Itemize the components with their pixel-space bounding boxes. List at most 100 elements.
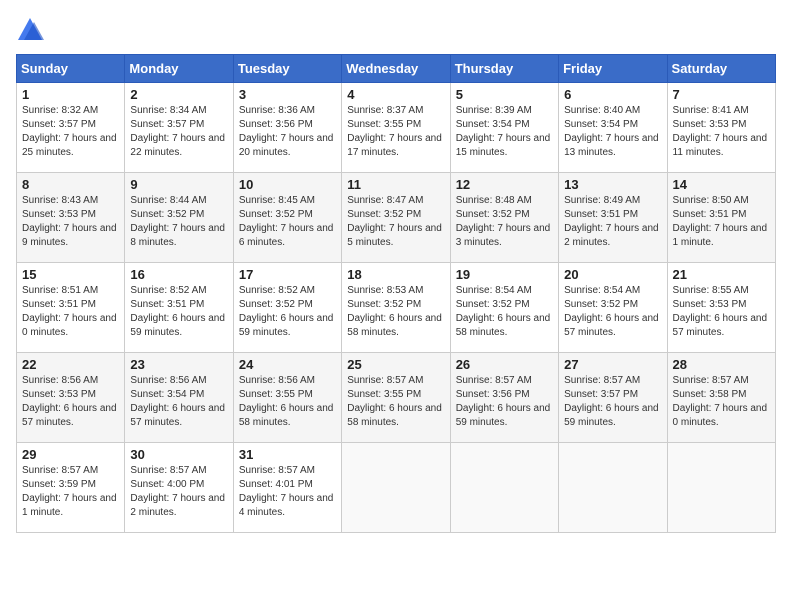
day-number: 4 — [347, 87, 444, 102]
day-info: Sunrise: 8:44 AM Sunset: 3:52 PM Dayligh… — [130, 194, 227, 250]
day-number: 2 — [130, 87, 227, 102]
day-info: Sunrise: 8:49 AM Sunset: 3:51 PM Dayligh… — [564, 194, 661, 250]
day-number: 27 — [564, 357, 661, 372]
day-number: 30 — [130, 447, 227, 462]
day-number: 19 — [456, 267, 553, 282]
table-row: 29 Sunrise: 8:57 AM Sunset: 3:59 PM Dayl… — [17, 443, 125, 533]
day-number: 7 — [673, 87, 770, 102]
day-number: 11 — [347, 177, 444, 192]
day-number: 16 — [130, 267, 227, 282]
weekday-monday: Monday — [125, 55, 233, 83]
day-info: Sunrise: 8:36 AM Sunset: 3:56 PM Dayligh… — [239, 104, 336, 160]
logo — [16, 16, 48, 44]
day-number: 29 — [22, 447, 119, 462]
day-info: Sunrise: 8:56 AM Sunset: 3:55 PM Dayligh… — [239, 374, 336, 430]
table-row: 22 Sunrise: 8:56 AM Sunset: 3:53 PM Dayl… — [17, 353, 125, 443]
day-info: Sunrise: 8:41 AM Sunset: 3:53 PM Dayligh… — [673, 104, 770, 160]
day-info: Sunrise: 8:50 AM Sunset: 3:51 PM Dayligh… — [673, 194, 770, 250]
table-row: 17 Sunrise: 8:52 AM Sunset: 3:52 PM Dayl… — [233, 263, 341, 353]
day-info: Sunrise: 8:32 AM Sunset: 3:57 PM Dayligh… — [22, 104, 119, 160]
day-number: 1 — [22, 87, 119, 102]
page-header — [16, 16, 776, 44]
day-info: Sunrise: 8:57 AM Sunset: 3:55 PM Dayligh… — [347, 374, 444, 430]
day-info: Sunrise: 8:57 AM Sunset: 3:56 PM Dayligh… — [456, 374, 553, 430]
day-info: Sunrise: 8:43 AM Sunset: 3:53 PM Dayligh… — [22, 194, 119, 250]
day-number: 18 — [347, 267, 444, 282]
day-info: Sunrise: 8:57 AM Sunset: 4:00 PM Dayligh… — [130, 464, 227, 520]
day-info: Sunrise: 8:34 AM Sunset: 3:57 PM Dayligh… — [130, 104, 227, 160]
logo-icon — [16, 16, 44, 44]
day-info: Sunrise: 8:52 AM Sunset: 3:52 PM Dayligh… — [239, 284, 336, 340]
day-info: Sunrise: 8:45 AM Sunset: 3:52 PM Dayligh… — [239, 194, 336, 250]
day-number: 9 — [130, 177, 227, 192]
day-number: 15 — [22, 267, 119, 282]
table-row: 19 Sunrise: 8:54 AM Sunset: 3:52 PM Dayl… — [450, 263, 558, 353]
day-number: 17 — [239, 267, 336, 282]
table-row: 12 Sunrise: 8:48 AM Sunset: 3:52 PM Dayl… — [450, 173, 558, 263]
table-row — [342, 443, 450, 533]
day-info: Sunrise: 8:57 AM Sunset: 3:59 PM Dayligh… — [22, 464, 119, 520]
table-row — [667, 443, 775, 533]
day-info: Sunrise: 8:57 AM Sunset: 4:01 PM Dayligh… — [239, 464, 336, 520]
table-row: 6 Sunrise: 8:40 AM Sunset: 3:54 PM Dayli… — [559, 83, 667, 173]
day-number: 5 — [456, 87, 553, 102]
calendar-table: SundayMondayTuesdayWednesdayThursdayFrid… — [16, 54, 776, 533]
table-row: 20 Sunrise: 8:54 AM Sunset: 3:52 PM Dayl… — [559, 263, 667, 353]
day-number: 26 — [456, 357, 553, 372]
table-row: 11 Sunrise: 8:47 AM Sunset: 3:52 PM Dayl… — [342, 173, 450, 263]
day-info: Sunrise: 8:56 AM Sunset: 3:54 PM Dayligh… — [130, 374, 227, 430]
table-row: 2 Sunrise: 8:34 AM Sunset: 3:57 PM Dayli… — [125, 83, 233, 173]
table-row — [559, 443, 667, 533]
table-row: 28 Sunrise: 8:57 AM Sunset: 3:58 PM Dayl… — [667, 353, 775, 443]
day-number: 8 — [22, 177, 119, 192]
weekday-wednesday: Wednesday — [342, 55, 450, 83]
day-number: 22 — [22, 357, 119, 372]
day-number: 3 — [239, 87, 336, 102]
day-info: Sunrise: 8:48 AM Sunset: 3:52 PM Dayligh… — [456, 194, 553, 250]
table-row: 26 Sunrise: 8:57 AM Sunset: 3:56 PM Dayl… — [450, 353, 558, 443]
table-row: 7 Sunrise: 8:41 AM Sunset: 3:53 PM Dayli… — [667, 83, 775, 173]
day-info: Sunrise: 8:52 AM Sunset: 3:51 PM Dayligh… — [130, 284, 227, 340]
day-info: Sunrise: 8:40 AM Sunset: 3:54 PM Dayligh… — [564, 104, 661, 160]
table-row — [450, 443, 558, 533]
table-row: 13 Sunrise: 8:49 AM Sunset: 3:51 PM Dayl… — [559, 173, 667, 263]
day-number: 28 — [673, 357, 770, 372]
table-row: 3 Sunrise: 8:36 AM Sunset: 3:56 PM Dayli… — [233, 83, 341, 173]
table-row: 31 Sunrise: 8:57 AM Sunset: 4:01 PM Dayl… — [233, 443, 341, 533]
calendar-header: SundayMondayTuesdayWednesdayThursdayFrid… — [17, 55, 776, 83]
table-row: 24 Sunrise: 8:56 AM Sunset: 3:55 PM Dayl… — [233, 353, 341, 443]
table-row: 10 Sunrise: 8:45 AM Sunset: 3:52 PM Dayl… — [233, 173, 341, 263]
day-info: Sunrise: 8:37 AM Sunset: 3:55 PM Dayligh… — [347, 104, 444, 160]
table-row: 14 Sunrise: 8:50 AM Sunset: 3:51 PM Dayl… — [667, 173, 775, 263]
day-number: 6 — [564, 87, 661, 102]
table-row: 4 Sunrise: 8:37 AM Sunset: 3:55 PM Dayli… — [342, 83, 450, 173]
table-row: 15 Sunrise: 8:51 AM Sunset: 3:51 PM Dayl… — [17, 263, 125, 353]
table-row: 9 Sunrise: 8:44 AM Sunset: 3:52 PM Dayli… — [125, 173, 233, 263]
day-info: Sunrise: 8:53 AM Sunset: 3:52 PM Dayligh… — [347, 284, 444, 340]
table-row: 18 Sunrise: 8:53 AM Sunset: 3:52 PM Dayl… — [342, 263, 450, 353]
table-row: 16 Sunrise: 8:52 AM Sunset: 3:51 PM Dayl… — [125, 263, 233, 353]
day-info: Sunrise: 8:54 AM Sunset: 3:52 PM Dayligh… — [456, 284, 553, 340]
weekday-thursday: Thursday — [450, 55, 558, 83]
weekday-saturday: Saturday — [667, 55, 775, 83]
day-number: 25 — [347, 357, 444, 372]
table-row: 5 Sunrise: 8:39 AM Sunset: 3:54 PM Dayli… — [450, 83, 558, 173]
table-row: 8 Sunrise: 8:43 AM Sunset: 3:53 PM Dayli… — [17, 173, 125, 263]
day-number: 21 — [673, 267, 770, 282]
weekday-friday: Friday — [559, 55, 667, 83]
table-row: 25 Sunrise: 8:57 AM Sunset: 3:55 PM Dayl… — [342, 353, 450, 443]
day-number: 23 — [130, 357, 227, 372]
day-info: Sunrise: 8:56 AM Sunset: 3:53 PM Dayligh… — [22, 374, 119, 430]
day-number: 20 — [564, 267, 661, 282]
table-row: 23 Sunrise: 8:56 AM Sunset: 3:54 PM Dayl… — [125, 353, 233, 443]
day-number: 31 — [239, 447, 336, 462]
day-info: Sunrise: 8:54 AM Sunset: 3:52 PM Dayligh… — [564, 284, 661, 340]
day-number: 24 — [239, 357, 336, 372]
day-info: Sunrise: 8:57 AM Sunset: 3:58 PM Dayligh… — [673, 374, 770, 430]
day-info: Sunrise: 8:55 AM Sunset: 3:53 PM Dayligh… — [673, 284, 770, 340]
day-info: Sunrise: 8:39 AM Sunset: 3:54 PM Dayligh… — [456, 104, 553, 160]
weekday-tuesday: Tuesday — [233, 55, 341, 83]
table-row: 27 Sunrise: 8:57 AM Sunset: 3:57 PM Dayl… — [559, 353, 667, 443]
day-number: 13 — [564, 177, 661, 192]
day-number: 12 — [456, 177, 553, 192]
